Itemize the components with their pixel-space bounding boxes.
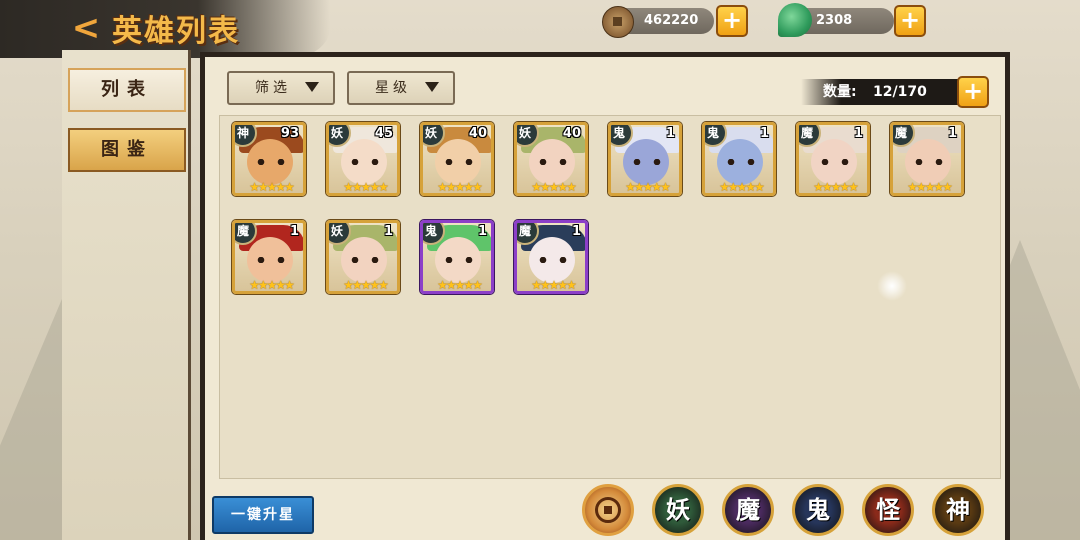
hero-card[interactable]: 鬼 1 ★★★★★ <box>608 122 682 196</box>
star-rating: ★★★★★ <box>437 180 483 194</box>
hero-eyes <box>539 159 567 165</box>
hero-eyes <box>633 159 661 165</box>
faction-filter-guai[interactable]: 怪 <box>862 484 914 536</box>
page-title: 英雄列表 <box>112 14 240 49</box>
hero-count-value: 12/170 <box>873 84 927 100</box>
star-rating: ★★★★★ <box>719 180 765 194</box>
hero-level: 1 <box>383 224 393 239</box>
hero-card[interactable]: 魔 1 ★★★★★ <box>514 220 588 294</box>
hero-level: 40 <box>468 126 487 141</box>
hero-eyes <box>351 257 379 263</box>
hero-eyes <box>257 257 285 263</box>
one-click-star-up-button[interactable]: 一键升星 <box>212 496 314 534</box>
coin-counter: 462220 + <box>602 5 748 38</box>
star-dropdown-label: 星级 <box>375 80 411 96</box>
hero-eyes <box>445 257 473 263</box>
jade-counter: 2308 + <box>778 3 926 37</box>
star-rating: ★★★★★ <box>625 180 671 194</box>
hero-card[interactable]: 神 93 ★★★★★ <box>232 122 306 196</box>
hero-eyes <box>351 159 379 165</box>
add-coin-button[interactable]: + <box>716 5 748 37</box>
hero-panel: 筛选 星级 数量: 12/170 + 神 93 ★★★★★ 妖 45 ★★★★★ 妖 40 ★★… <box>200 52 1010 540</box>
star-rating: ★★★★★ <box>343 278 389 292</box>
faction-filter-yao[interactable]: 妖 <box>652 484 704 536</box>
faction-filter-shen[interactable]: 神 <box>932 484 984 536</box>
sparkle-effect <box>877 271 907 301</box>
hero-level: 1 <box>665 126 675 141</box>
faction-filter-all[interactable] <box>582 484 634 536</box>
hero-level: 1 <box>853 126 863 141</box>
hero-eyes <box>727 159 755 165</box>
filter-dropdown-label: 筛选 <box>255 80 291 96</box>
hero-card[interactable]: 妖 45 ★★★★★ <box>326 122 400 196</box>
expand-slots-button[interactable]: + <box>957 76 989 108</box>
sidebar: 列表 图鉴 <box>62 50 191 540</box>
jade-value: 2308 <box>816 13 853 28</box>
all-factions-icon <box>595 497 621 523</box>
star-rating: ★★★★★ <box>813 180 859 194</box>
hero-level: 45 <box>374 126 393 141</box>
star-rating: ★★★★★ <box>907 180 953 194</box>
hero-card[interactable]: 妖 40 ★★★★★ <box>514 122 588 196</box>
hero-eyes <box>539 257 567 263</box>
hero-card[interactable]: 魔 1 ★★★★★ <box>796 122 870 196</box>
add-jade-button[interactable]: + <box>894 5 926 37</box>
tab-list[interactable]: 列表 <box>68 68 186 112</box>
back-arrow-icon[interactable]: < <box>66 10 106 46</box>
star-rating: ★★★★★ <box>249 180 295 194</box>
chevron-down-icon <box>305 82 319 92</box>
coin-icon <box>602 6 634 38</box>
star-dropdown[interactable]: 星级 <box>347 71 455 105</box>
hero-count: 数量: 12/170 <box>801 79 961 105</box>
hero-card[interactable]: 鬼 1 ★★★★★ <box>420 220 494 294</box>
star-rating: ★★★★★ <box>531 180 577 194</box>
star-rating: ★★★★★ <box>343 180 389 194</box>
star-rating: ★★★★★ <box>249 278 295 292</box>
hero-card[interactable]: 鬼 1 ★★★★★ <box>702 122 776 196</box>
hero-card[interactable]: 妖 1 ★★★★★ <box>326 220 400 294</box>
hero-card[interactable]: 妖 40 ★★★★★ <box>420 122 494 196</box>
hero-level: 1 <box>759 126 769 141</box>
hero-level: 40 <box>562 126 581 141</box>
hero-eyes <box>445 159 473 165</box>
hero-level: 93 <box>280 126 299 141</box>
hero-eyes <box>257 159 285 165</box>
coin-value: 462220 <box>644 13 699 28</box>
faction-filter-gui[interactable]: 鬼 <box>792 484 844 536</box>
star-rating: ★★★★★ <box>437 278 483 292</box>
chevron-down-icon <box>425 82 439 92</box>
hero-eyes <box>915 159 943 165</box>
hero-card[interactable]: 魔 1 ★★★★★ <box>232 220 306 294</box>
hero-level: 1 <box>571 224 581 239</box>
hero-level: 1 <box>289 224 299 239</box>
tab-collection[interactable]: 图鉴 <box>68 128 186 172</box>
hero-level: 1 <box>477 224 487 239</box>
hero-level: 1 <box>947 126 957 141</box>
jade-icon <box>778 3 812 37</box>
hero-eyes <box>821 159 849 165</box>
hero-card[interactable]: 魔 1 ★★★★★ <box>890 122 964 196</box>
faction-filter-mo[interactable]: 魔 <box>722 484 774 536</box>
hero-count-label: 数量: <box>823 84 857 100</box>
star-rating: ★★★★★ <box>531 278 577 292</box>
filter-dropdown[interactable]: 筛选 <box>227 71 335 105</box>
